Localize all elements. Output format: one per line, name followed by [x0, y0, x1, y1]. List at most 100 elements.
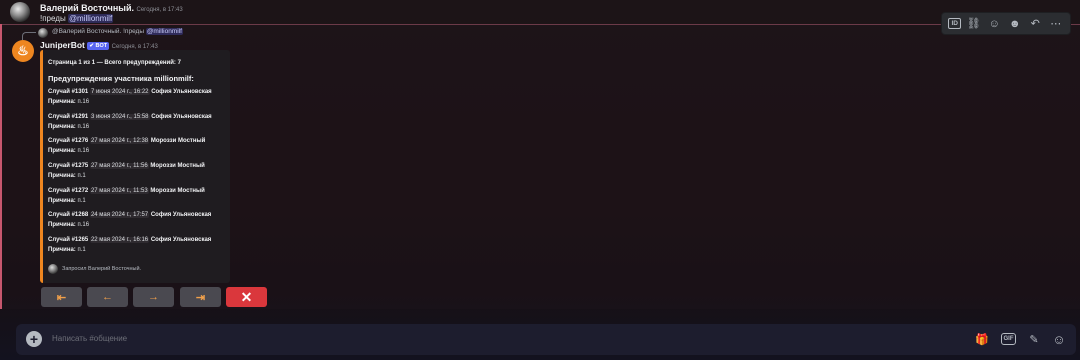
reason-value: п.16: [77, 123, 90, 130]
case-moderator: София Ульяновская: [150, 237, 212, 244]
case-id: Случай #1265: [48, 237, 89, 244]
case-reason: Причина: п.1: [48, 198, 228, 204]
gift-icon: 🎁: [975, 333, 989, 346]
case-date: 27 мая 2024 г., 11:53: [89, 187, 149, 194]
reply-text: !преды: [123, 28, 145, 35]
case-date: 27 мая 2024 г., 11:56: [89, 163, 149, 170]
case-entry: Случай #1301 7 июня 2024 г., 16:22 София…: [48, 89, 228, 114]
case-entry: Случай #1268 24 мая 2024 г., 17:57 София…: [48, 212, 228, 237]
case-entry: Случай #1276 27 мая 2024 г., 12:38 Мороз…: [48, 138, 228, 163]
message-input[interactable]: Написать #общение: [52, 334, 127, 343]
case-reason: Причина: п.16: [48, 148, 228, 154]
case-reason: Причина: п.16: [48, 124, 228, 130]
case-date: 24 мая 2024 г., 17:57: [89, 212, 150, 219]
next-page-button[interactable]: →: [133, 287, 174, 307]
reply-icon: ↶: [1030, 18, 1040, 30]
emoji-button[interactable]: ☻: [1007, 16, 1023, 32]
case-moderator: София Ульяновская: [151, 89, 212, 95]
copy-link-button[interactable]: ⛓: [966, 16, 982, 32]
case-line: Случай #1291 3 июня 2024 г., 15:58 София…: [48, 113, 228, 120]
sticker-button[interactable]: ✎: [1026, 331, 1042, 347]
link-icon: ⛓: [966, 18, 981, 30]
case-line: Случай #1276 27 мая 2024 г., 12:38 Мороз…: [48, 138, 228, 145]
case-id: Случай #1301: [48, 89, 89, 95]
user-avatar[interactable]: [10, 2, 30, 22]
case-moderator: Мороззи Мостный: [150, 138, 206, 145]
reply-preview[interactable]: @Валерий Восточный. !преды @millionmilf: [52, 28, 183, 35]
case-reason: Причина: п.1: [48, 173, 228, 179]
embed-footer: Запросил Валерий Восточный.: [62, 266, 142, 272]
prev-page-button[interactable]: ←: [87, 287, 128, 307]
last-page-button[interactable]: ⇥: [180, 287, 221, 307]
case-moderator: Мороззи Мостный: [150, 163, 205, 170]
message-header: Валерий Восточный. Сегодня, в 17:43: [40, 3, 183, 13]
case-date: 22 мая 2024 г., 16:16: [89, 237, 150, 244]
close-button[interactable]: ✕: [226, 287, 267, 307]
more-icon: ⋯: [1050, 18, 1062, 30]
case-line: Случай #1268 24 мая 2024 г., 17:57 София…: [48, 212, 228, 219]
message-composer[interactable]: [16, 324, 1076, 355]
reason-value: п.16: [77, 148, 90, 155]
reason-label: Причина:: [48, 173, 76, 180]
footer-avatar: [48, 264, 58, 274]
copy-id-button[interactable]: ID: [948, 18, 962, 29]
upload-button[interactable]: +: [26, 331, 42, 347]
close-icon: ✕: [240, 288, 253, 305]
case-line: Случай #1301 7 июня 2024 г., 16:22 София…: [48, 89, 228, 95]
highlight-indicator: [0, 24, 2, 309]
case-date: 27 мая 2024 г., 12:38: [89, 138, 150, 145]
case-line: Случай #1275 27 мая 2024 г., 11:56 Мороз…: [48, 163, 228, 170]
emoji-icon: ☺: [1052, 331, 1066, 347]
first-page-button[interactable]: ⇤: [41, 287, 82, 307]
sticker-icon: ✎: [1029, 333, 1039, 346]
reason-label: Причина:: [48, 247, 76, 254]
gif-button[interactable]: GIF: [1001, 333, 1016, 345]
bot-name[interactable]: JuniperBot: [40, 40, 85, 50]
bot-avatar[interactable]: ♨: [12, 40, 34, 62]
case-id: Случай #1272: [48, 187, 89, 194]
case-moderator: София Ульяновская: [151, 113, 212, 120]
add-reaction-button[interactable]: ☺: [986, 16, 1002, 32]
gift-button[interactable]: 🎁: [974, 331, 990, 347]
case-id: Случай #1291: [48, 113, 89, 120]
reason-value: п.1: [77, 197, 86, 204]
bot-badge: ✔ BOT: [87, 41, 110, 50]
reason-label: Причина:: [48, 222, 76, 229]
command-text: !преды: [40, 14, 66, 23]
embed-title: Предупреждения участника millionmilf:: [48, 74, 194, 83]
message-content: !преды @millionmilf: [40, 14, 114, 23]
bot-message-header: JuniperBot ✔ BOT Сегодня, в 17:43: [40, 40, 158, 50]
gif-icon: GIF: [1003, 336, 1014, 342]
arrow-right-icon: →: [148, 291, 159, 303]
user-mention[interactable]: @millionmilf: [67, 14, 114, 23]
case-entry: Случай #1291 3 июня 2024 г., 15:58 София…: [48, 113, 228, 139]
case-reason: Причина: п.16: [48, 222, 228, 228]
plus-icon: +: [29, 331, 39, 347]
add-reaction-icon: ☺: [988, 17, 1000, 30]
case-date: 7 июня 2024 г., 16:22: [89, 89, 150, 95]
reply-avatar: [38, 28, 48, 38]
message-author[interactable]: Валерий Восточный.: [40, 3, 134, 13]
more-button[interactable]: ⋯: [1048, 16, 1064, 32]
reply-button[interactable]: ↶: [1027, 16, 1043, 32]
bot-logo-icon: ♨: [17, 43, 29, 58]
reason-value: п.16: [77, 99, 90, 105]
reason-label: Причина:: [48, 148, 76, 155]
id-icon: ID: [951, 20, 959, 27]
reason-value: п.1: [77, 173, 86, 180]
reason-value: п.16: [77, 222, 90, 229]
case-reason: Причина: п.16: [48, 99, 228, 105]
case-date: 3 июня 2024 г., 15:58: [89, 113, 150, 120]
case-line: Случай #1272 27 мая 2024 г., 11:53 Мороз…: [48, 187, 228, 194]
case-id: Случай #1275: [48, 163, 89, 170]
message-toolbar: ID ⛓ ☺ ☻ ↶ ⋯: [941, 12, 1071, 35]
reply-connector: [22, 32, 36, 40]
message-timestamp: Сегодня, в 17:43: [136, 7, 183, 13]
double-arrow-left-icon: ⇤: [56, 291, 67, 304]
arrow-left-icon: ←: [102, 291, 113, 303]
emoji-picker-button[interactable]: ☺: [1051, 331, 1067, 347]
case-id: Случай #1276: [48, 138, 89, 145]
emoji-icon: ☻: [1008, 17, 1021, 30]
case-list: Случай #1301 7 июня 2024 г., 16:22 София…: [48, 89, 228, 262]
case-entry: Случай #1275 27 мая 2024 г., 11:56 Мороз…: [48, 163, 228, 188]
